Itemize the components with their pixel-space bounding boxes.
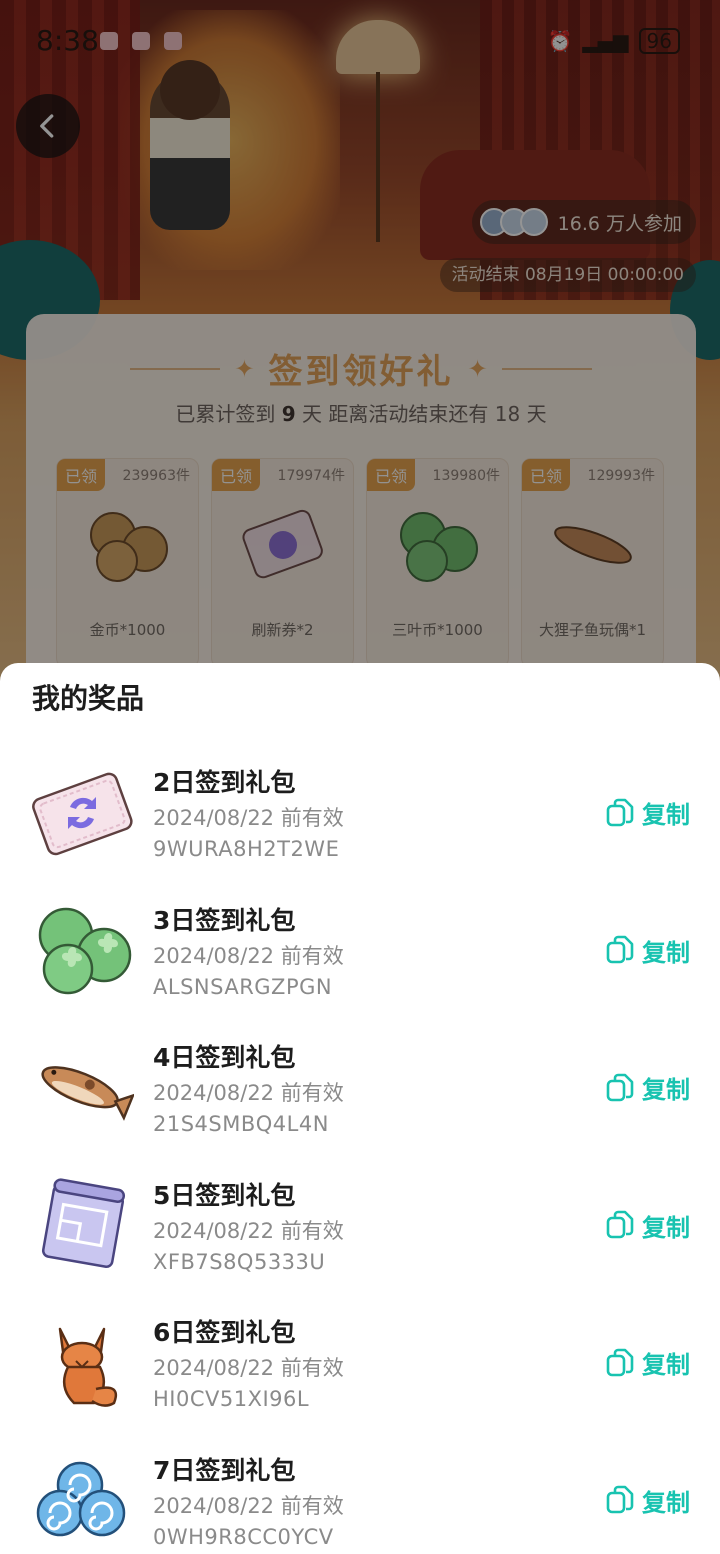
prize-name: 3日签到礼包 <box>153 905 296 935</box>
copy-label: 复制 <box>642 1076 690 1104</box>
copy-icon <box>606 1073 634 1101</box>
copy-icon <box>606 935 634 964</box>
copy-icon <box>606 798 634 826</box>
copy-button[interactable]: 复制 <box>606 1483 690 1518</box>
copy-icon <box>606 1210 634 1239</box>
copy-button[interactable]: 复制 <box>606 1345 690 1380</box>
prize-code: 9WURA8H2T2WE <box>153 837 340 861</box>
copy-label: 复制 <box>642 801 690 829</box>
copy-label: 复制 <box>642 1213 690 1242</box>
refresh-ticket-icon <box>32 772 133 856</box>
prize-name: 6日签到礼包 <box>153 1318 296 1347</box>
copy-label: 复制 <box>642 938 690 967</box>
prize-name: 7日签到礼包 <box>153 1455 296 1485</box>
prize-valid-date: 2024/08/22 前有效 <box>153 1493 344 1518</box>
prize-item: 7日签到礼包 2024/08/22 前有效 0WH9R8CC0YCV 复制 <box>0 1437 720 1554</box>
prize-code: XFB7S8Q5333U <box>153 1249 326 1274</box>
prize-list: 2日签到礼包 2024/08/22 前有效 9WURA8H2T2WE 复制 3日… <box>0 749 720 1554</box>
prize-name: 4日签到礼包 <box>153 1043 296 1072</box>
blue-swirl-icon <box>36 1461 126 1536</box>
prize-valid-date: 2024/08/22 前有效 <box>153 943 344 968</box>
prize-code: 0WH9R8CC0YCV <box>153 1524 334 1549</box>
clover-coin-icon <box>38 907 132 994</box>
prize-item: 4日签到礼包 2024/08/22 前有效 21S4SMBQ4L4N 复制 <box>0 1024 720 1162</box>
blueprint-scroll-icon <box>41 1177 126 1268</box>
prize-valid-date: 2024/08/22 前有效 <box>153 1218 344 1243</box>
prize-item: 5日签到礼包 2024/08/22 前有效 XFB7S8Q5333U 复制 <box>0 1162 720 1300</box>
prize-item: 3日签到礼包 2024/08/22 前有效 ALSNSARGZPGN 复制 <box>0 887 720 1025</box>
prize-name: 2日签到礼包 <box>153 768 296 797</box>
prize-valid-date: 2024/08/22 前有效 <box>153 1081 344 1105</box>
fox-statue-icon <box>58 1327 118 1407</box>
copy-button[interactable]: 复制 <box>606 1070 690 1105</box>
copy-button[interactable]: 复制 <box>606 1208 690 1243</box>
copy-label: 复制 <box>642 1351 690 1379</box>
copy-label: 复制 <box>642 1488 690 1517</box>
prize-name: 5日签到礼包 <box>153 1180 296 1210</box>
copy-button[interactable]: 复制 <box>606 933 690 968</box>
prize-item: 6日签到礼包 2024/08/22 前有效 HI0CV51XI96L 复制 <box>0 1299 720 1437</box>
prize-valid-date: 2024/08/22 前有效 <box>153 806 344 830</box>
prize-code: 21S4SMBQ4L4N <box>153 1112 329 1136</box>
modal-overlay[interactable] <box>0 0 720 700</box>
my-prizes-sheet: 我的奖品 2日签到礼包 2024/08/22 前有效 9WURA8H2T2WE <box>0 663 720 1554</box>
prize-valid-date: 2024/08/22 前有效 <box>153 1356 344 1380</box>
prize-code: ALSNSARGZPGN <box>153 974 333 999</box>
copy-icon <box>606 1485 634 1514</box>
sheet-title: 我的奖品 <box>32 682 145 715</box>
copy-button[interactable]: 复制 <box>606 795 690 830</box>
prize-code: HI0CV51XI96L <box>153 1387 310 1411</box>
prize-item: 2日签到礼包 2024/08/22 前有效 9WURA8H2T2WE 复制 <box>0 749 720 887</box>
copy-icon <box>606 1348 634 1376</box>
activity-background: 8:38 ⏰ ▂▄▆ 96 16.6 万人参加 活动结束 08月19日 00:0… <box>0 0 720 700</box>
fish-plush-icon <box>41 1066 134 1121</box>
